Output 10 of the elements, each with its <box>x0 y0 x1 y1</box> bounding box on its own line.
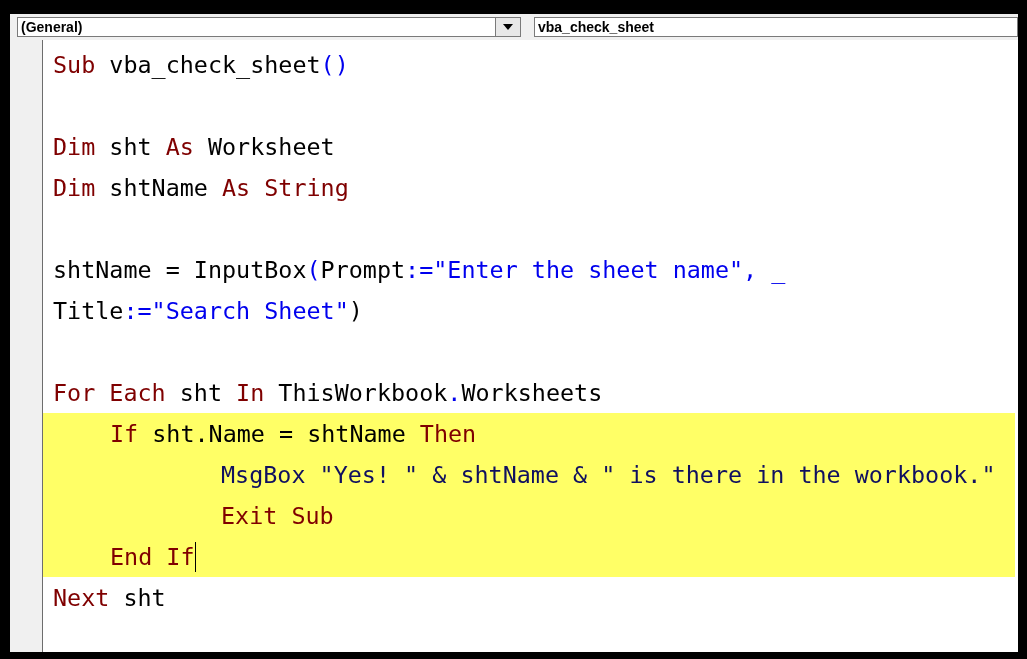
code-line: Dim sht As Worksheet <box>52 131 336 163</box>
code-line: Title:="Search Sheet") <box>52 295 364 327</box>
procedure-dropdown[interactable]: vba_check_sheet <box>534 17 1018 37</box>
code-line: Next sht <box>52 582 167 614</box>
code-line: For Each sht In ThisWorkbook.Worksheets <box>52 377 604 409</box>
object-dropdown[interactable]: (General) <box>17 17 521 37</box>
code-line: Dim shtName As String <box>52 172 350 204</box>
code-line: Sub vba_check_sheet() <box>52 49 350 81</box>
caret-icon <box>503 24 513 30</box>
code-line: shtName = InputBox(Prompt:="Enter the sheet name", _ <box>52 254 787 286</box>
